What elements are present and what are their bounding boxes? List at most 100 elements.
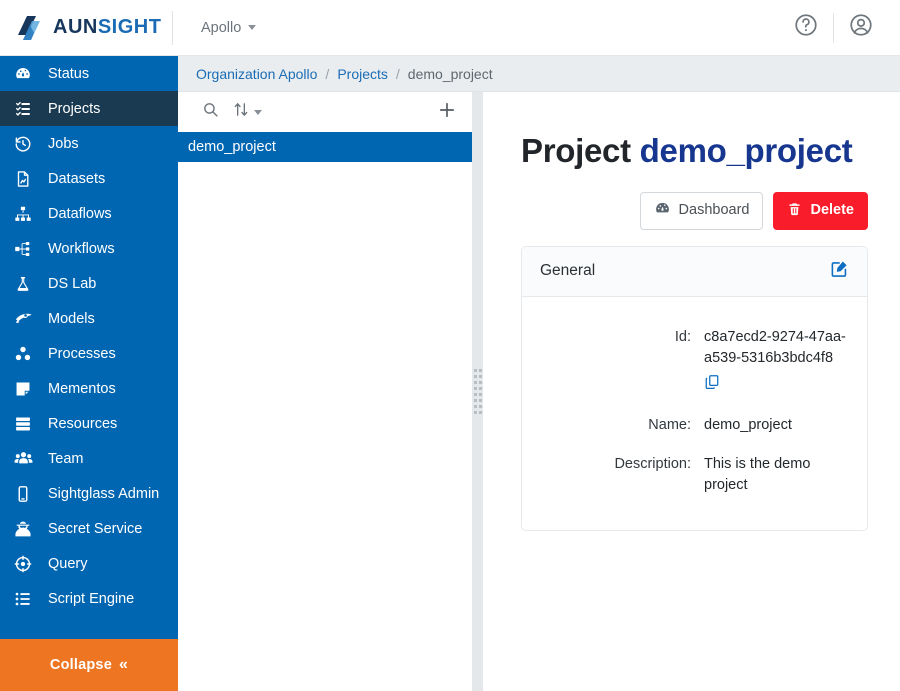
drag-handle-icon bbox=[474, 369, 482, 414]
chevron-down-icon bbox=[248, 25, 256, 30]
sidebar-item-label: Dataflows bbox=[48, 206, 112, 222]
search-icon bbox=[202, 101, 219, 123]
gauge-icon bbox=[654, 200, 671, 222]
account-button[interactable] bbox=[840, 7, 882, 49]
server-icon bbox=[14, 414, 40, 434]
gauge-icon bbox=[14, 64, 40, 84]
sidebar-item-secret-service[interactable]: Secret Service bbox=[0, 511, 178, 546]
sidebar-item-label: Sightglass Admin bbox=[48, 486, 159, 502]
double-chevron-left-icon: « bbox=[119, 656, 128, 674]
sidebar-item-label: Datasets bbox=[48, 171, 105, 187]
collapse-sidebar-button[interactable]: Collapse « bbox=[0, 639, 178, 691]
sitemap-icon bbox=[14, 204, 40, 224]
flask-icon bbox=[14, 274, 40, 294]
users-icon bbox=[14, 449, 40, 469]
general-card-header: General bbox=[522, 247, 867, 297]
history-icon bbox=[14, 134, 40, 154]
sort-icon bbox=[233, 101, 249, 123]
sidebar-item-script-engine[interactable]: Script Engine bbox=[0, 581, 178, 616]
sidebar-item-team[interactable]: Team bbox=[0, 441, 178, 476]
field-value: This is the demo project bbox=[704, 454, 854, 496]
aunsight-logo-icon bbox=[14, 13, 44, 43]
list-item[interactable]: demo_project bbox=[178, 132, 472, 162]
delete-button[interactable]: Delete bbox=[773, 192, 868, 230]
add-project-button[interactable] bbox=[434, 99, 460, 125]
sidebar-item-label: Secret Service bbox=[48, 521, 142, 537]
sidebar-item-label: Team bbox=[48, 451, 83, 467]
brand-text-secondary: SIGHT bbox=[98, 16, 162, 38]
field-label: Id: bbox=[522, 327, 704, 397]
top-header: AUNSIGHT Apollo bbox=[0, 0, 900, 56]
app-root: AUNSIGHT Apollo bbox=[0, 0, 900, 691]
brand-text: AUNSIGHT bbox=[53, 16, 161, 39]
sidebar-item-projects[interactable]: Projects bbox=[0, 91, 178, 126]
sidebar-item-mementos[interactable]: Mementos bbox=[0, 371, 178, 406]
header-action-divider bbox=[833, 13, 834, 43]
cubes-icon bbox=[14, 344, 40, 364]
edit-general-button[interactable] bbox=[830, 259, 849, 283]
sidebar-item-dataflows[interactable]: Dataflows bbox=[0, 196, 178, 231]
sidebar-item-jobs[interactable]: Jobs bbox=[0, 126, 178, 161]
sidebar-item-label: Query bbox=[48, 556, 88, 572]
project-detail-pane: Project demo_project Dashboard bbox=[483, 92, 900, 691]
copy-icon bbox=[704, 374, 720, 397]
copy-id-button[interactable] bbox=[704, 374, 720, 397]
dashboard-button-label: Dashboard bbox=[679, 203, 750, 219]
sidebar-item-label: Workflows bbox=[48, 241, 115, 257]
breadcrumb-link[interactable]: Organization Apollo bbox=[196, 66, 317, 82]
pane-splitter[interactable] bbox=[473, 92, 483, 691]
general-card-title: General bbox=[540, 262, 595, 280]
field-row: Name:demo_project bbox=[522, 415, 867, 436]
org-selector[interactable]: Apollo bbox=[201, 20, 256, 36]
sidebar-item-resources[interactable]: Resources bbox=[0, 406, 178, 441]
sidebar-item-sightglass-admin[interactable]: Sightglass Admin bbox=[0, 476, 178, 511]
sidebar-item-label: Script Engine bbox=[48, 591, 134, 607]
header-divider bbox=[172, 11, 173, 45]
sidebar-nav: Status Projects Jobs Datasets Dataflows Workf… bbox=[0, 56, 178, 639]
field-value: demo_project bbox=[704, 415, 792, 436]
sidebar-item-models[interactable]: Models bbox=[0, 301, 178, 336]
search-button[interactable] bbox=[202, 101, 219, 123]
trash-icon bbox=[787, 201, 802, 222]
sidebar-item-datasets[interactable]: Datasets bbox=[0, 161, 178, 196]
breadcrumb-current: demo_project bbox=[408, 66, 493, 82]
collapse-label: Collapse bbox=[50, 657, 112, 673]
brand-logo[interactable]: AUNSIGHT bbox=[0, 13, 164, 43]
field-row: Description:This is the demo project bbox=[522, 454, 867, 496]
breadcrumb-separator: / bbox=[325, 66, 329, 82]
breadcrumb-separator: / bbox=[396, 66, 400, 82]
sidebar-item-label: Projects bbox=[48, 101, 100, 117]
plus-icon bbox=[437, 100, 457, 125]
page-title: Project demo_project bbox=[521, 132, 884, 170]
sidebar-item-label: Jobs bbox=[48, 136, 79, 152]
general-card: General Id:c8a7ecd2-9274-47aa-a bbox=[521, 246, 868, 531]
page-title-name: demo_project bbox=[640, 132, 853, 169]
project-list: demo_project bbox=[178, 132, 472, 691]
dashboard-button[interactable]: Dashboard bbox=[640, 192, 764, 230]
sidebar-item-query[interactable]: Query bbox=[0, 546, 178, 581]
user-secret-icon bbox=[14, 519, 40, 539]
delete-button-label: Delete bbox=[810, 203, 854, 219]
panes: demo_project Project demo_project bbox=[178, 92, 900, 691]
chevron-down-icon bbox=[254, 110, 262, 115]
sidebar: Status Projects Jobs Datasets Dataflows Workf… bbox=[0, 56, 178, 691]
sort-button[interactable] bbox=[233, 101, 262, 123]
sidebar-item-ds-lab[interactable]: DS Lab bbox=[0, 266, 178, 301]
sidebar-item-processes[interactable]: Processes bbox=[0, 336, 178, 371]
breadcrumb-link[interactable]: Projects bbox=[337, 66, 388, 82]
org-selector-label: Apollo bbox=[201, 20, 241, 36]
file-chart-icon bbox=[14, 169, 40, 189]
project-list-pane: demo_project bbox=[178, 92, 473, 691]
general-card-body: Id:c8a7ecd2-9274-47aa-a539-5316b3bdc4f8 N… bbox=[522, 297, 867, 530]
field-label: Name: bbox=[522, 415, 704, 436]
sidebar-item-workflows[interactable]: Workflows bbox=[0, 231, 178, 266]
sidebar-item-status[interactable]: Status bbox=[0, 56, 178, 91]
content-area: Organization Apollo / Projects / demo_projec… bbox=[178, 56, 900, 691]
project-diagram-icon bbox=[14, 239, 40, 259]
breadcrumb: Organization Apollo / Projects / demo_projec… bbox=[178, 56, 900, 92]
detail-action-row: Dashboard Delete bbox=[521, 192, 884, 230]
app-body: Status Projects Jobs Datasets Dataflows Workf… bbox=[0, 56, 900, 691]
field-value: c8a7ecd2-9274-47aa-a539-5316b3bdc4f8 bbox=[704, 327, 854, 369]
user-circle-icon bbox=[848, 12, 874, 43]
help-button[interactable] bbox=[785, 7, 827, 49]
